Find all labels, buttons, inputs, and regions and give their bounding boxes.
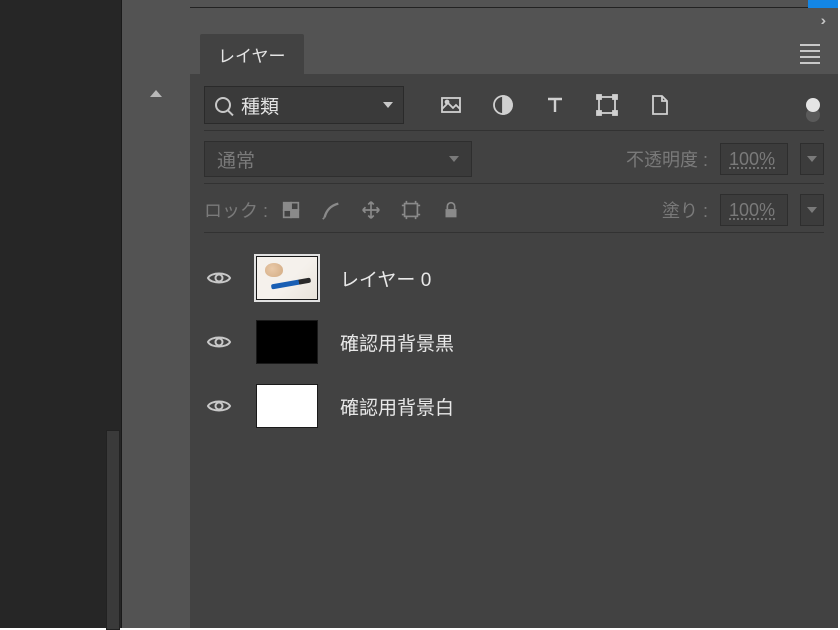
pixel-layer-filter-icon[interactable] (438, 92, 464, 118)
lock-row: ロック : (204, 194, 824, 226)
layer-row[interactable]: 確認用背景黒 (204, 317, 824, 367)
filter-toggle-switch[interactable] (806, 98, 820, 112)
shape-layer-filter-icon[interactable] (594, 92, 620, 118)
chevron-down-icon (383, 102, 393, 108)
canvas-area (0, 0, 122, 628)
tab-layers[interactable]: レイヤー (200, 34, 304, 74)
blend-mode-dropdown[interactable]: 通常 (204, 141, 472, 177)
visibility-toggle[interactable] (204, 269, 234, 287)
layer-row[interactable]: レイヤー 0 (204, 253, 824, 303)
fill-dropdown[interactable] (800, 194, 824, 226)
fill-label: 塗り : (662, 197, 708, 223)
layer-name[interactable]: 確認用背景白 (340, 393, 454, 420)
lock-icons (280, 199, 462, 221)
layer-thumbnail[interactable] (256, 384, 318, 428)
lock-all-icon[interactable] (440, 199, 462, 221)
layer-name[interactable]: 確認用背景黒 (340, 329, 454, 356)
lock-label: ロック : (204, 197, 268, 223)
panel-menu-button[interactable] (800, 44, 820, 64)
search-icon (215, 97, 231, 113)
opacity-value-input[interactable]: 100% (720, 143, 788, 175)
type-layer-filter-icon[interactable] (542, 92, 568, 118)
lock-position-icon[interactable] (360, 199, 382, 221)
panel-gutter (122, 0, 190, 628)
lock-pixels-icon[interactable] (320, 199, 342, 221)
smartobject-filter-icon[interactable] (646, 92, 672, 118)
chevron-down-icon (449, 156, 459, 162)
layers-list: レイヤー 0 確認用背景黒 (204, 253, 824, 431)
panel-body: 種類 (190, 74, 838, 628)
layer-row[interactable]: 確認用背景白 (204, 381, 824, 431)
adjustment-layer-filter-icon[interactable] (490, 92, 516, 118)
fill-value-input[interactable]: 100% (720, 194, 788, 226)
layer-filter-dropdown[interactable]: 種類 (204, 86, 404, 124)
layer-thumbnail[interactable] (256, 256, 318, 300)
opacity-dropdown[interactable] (800, 143, 824, 175)
layer-name[interactable]: レイヤー 0 (340, 265, 431, 292)
layer-thumbnail[interactable] (256, 320, 318, 364)
divider (204, 130, 824, 131)
collapse-chevrons-icon[interactable]: ›› (821, 12, 822, 28)
visibility-toggle[interactable] (204, 397, 234, 415)
filter-type-icons (438, 92, 672, 118)
layers-panel: ›› レイヤー 種類 (190, 8, 838, 628)
filter-value: 種類 (241, 92, 279, 119)
divider (204, 183, 824, 184)
collapse-up-icon[interactable] (150, 90, 162, 97)
divider (204, 232, 824, 233)
filter-row: 種類 (204, 86, 824, 124)
opacity-label: 不透明度 : (626, 146, 708, 172)
canvas-scrollbar[interactable] (106, 430, 120, 630)
tab-label: レイヤー (218, 42, 286, 67)
visibility-toggle[interactable] (204, 333, 234, 351)
lock-artboard-icon[interactable] (400, 199, 422, 221)
app-frame: ›› レイヤー 種類 (0, 0, 838, 628)
panel-header: ›› レイヤー (190, 18, 838, 74)
lock-transparency-icon[interactable] (280, 199, 302, 221)
blend-row: 通常 不透明度 : 100% (204, 141, 824, 177)
blend-mode-value: 通常 (217, 146, 255, 173)
